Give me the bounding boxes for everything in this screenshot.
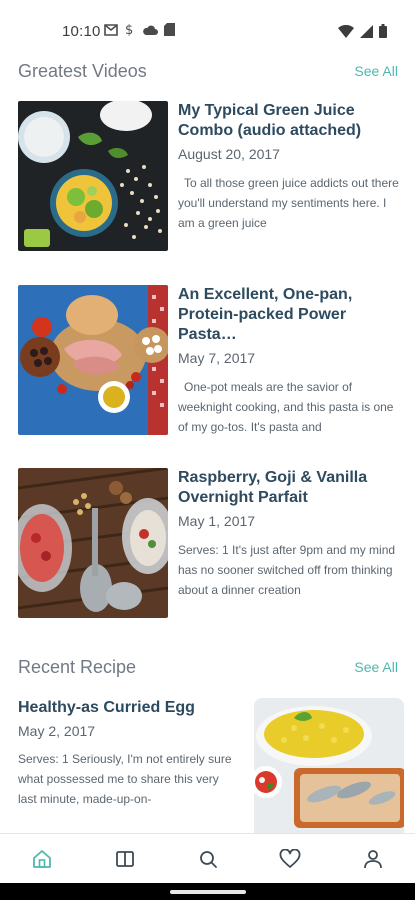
greatest-videos-header: Greatest Videos See All [18, 61, 398, 85]
gmail-icon [104, 23, 118, 41]
status-time: 10:10 [62, 23, 101, 40]
greatest-videos-see-all-link[interactable]: See All [354, 63, 398, 79]
nav-search-button[interactable] [195, 846, 221, 872]
heart-icon [279, 849, 301, 868]
book-icon [116, 851, 134, 867]
recent-recipe-see-all-link[interactable]: See All [354, 659, 398, 675]
video-date: May 7, 2017 [178, 350, 256, 366]
video-excerpt: To all those green juice addicts out the… [178, 176, 399, 230]
sd-card-icon [164, 22, 175, 41]
nav-home-button[interactable] [29, 846, 55, 872]
video-title[interactable]: My Typical Green Juice Combo (audio atta… [178, 101, 406, 141]
cloud-icon [142, 23, 158, 41]
gesture-handle[interactable] [170, 890, 246, 894]
recipe-title[interactable]: Healthy-as Curried Egg [18, 698, 238, 718]
greatest-videos-title: Greatest Videos [18, 61, 147, 81]
status-bar: 10:10 $ [0, 0, 415, 60]
video-title[interactable]: Raspberry, Goji & Vanilla Overnight Parf… [178, 468, 406, 508]
video-card-power-pasta[interactable]: An Excellent, One-pan, Protein-packed Po… [18, 285, 408, 437]
video-card-green-juice[interactable]: My Typical Green Juice Combo (audio atta… [18, 101, 408, 253]
profile-icon [364, 850, 382, 869]
video-excerpt: Serves: 1 It's just after 9pm and my min… [178, 543, 396, 597]
video-excerpt: One-pot meals are the savior of weeknigh… [178, 380, 394, 434]
recipe-date: May 2, 2017 [18, 723, 96, 739]
recent-recipe-header: Recent Recipe See All [18, 657, 398, 681]
video-thumbnail-power-pasta [18, 285, 168, 435]
video-card-overnight-parfait[interactable]: Raspberry, Goji & Vanilla Overnight Parf… [18, 468, 408, 620]
wifi-icon [338, 24, 354, 43]
video-date: May 1, 2017 [178, 513, 256, 529]
cell-signal-icon [360, 24, 373, 43]
nav-profile-button[interactable] [360, 846, 386, 872]
search-icon [200, 851, 217, 868]
system-gesture-bar [0, 883, 415, 900]
video-title[interactable]: An Excellent, One-pan, Protein-packed Po… [178, 285, 406, 345]
recipe-thumbnail-curried-egg [254, 698, 404, 833]
svg-text:$: $ [125, 23, 133, 36]
sync-icon: $ [124, 22, 136, 41]
bottom-navigation [0, 833, 415, 883]
video-thumbnail-green-juice [18, 101, 168, 251]
nav-recipes-button[interactable] [112, 846, 138, 872]
recent-recipe-title: Recent Recipe [18, 657, 137, 677]
video-date: August 20, 2017 [178, 146, 280, 162]
video-thumbnail-overnight-parfait [18, 468, 168, 618]
nav-favorites-button[interactable] [277, 846, 303, 872]
recipe-excerpt: Serves: 1 Seriously, I'm not entirely su… [18, 752, 232, 806]
home-icon [33, 850, 51, 868]
battery-icon [379, 24, 387, 43]
recipe-card-curried-egg[interactable]: Healthy-as Curried Egg May 2, 2017 Serve… [18, 698, 408, 833]
